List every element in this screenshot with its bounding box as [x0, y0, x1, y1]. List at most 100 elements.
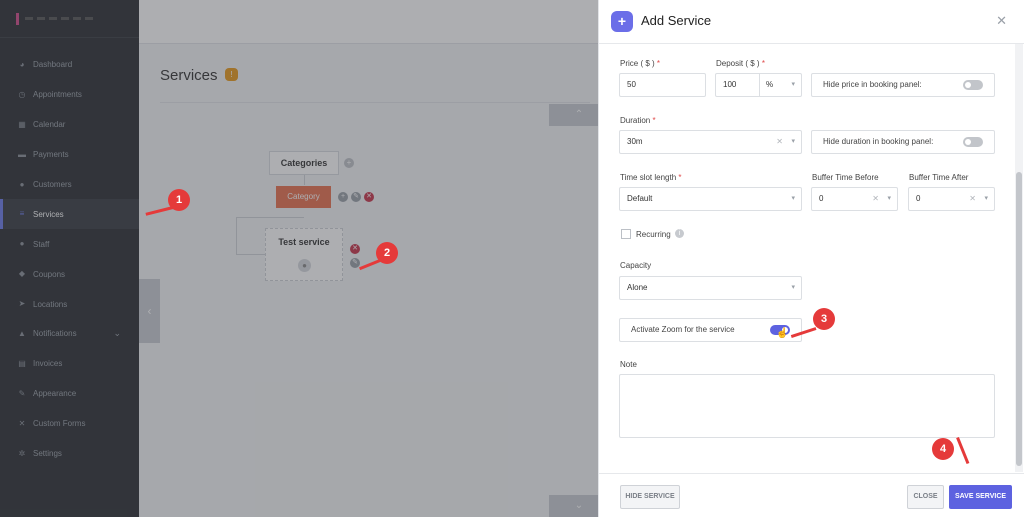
avatar: ● — [298, 259, 311, 272]
sidebar-item-calendar[interactable]: ▦ Calendar — [0, 110, 139, 140]
hide-price-toggle-row: Hide price in booking panel: — [811, 73, 995, 97]
timeslot-select[interactable]: Default ▾ — [619, 187, 802, 211]
sidebar-item-label: Services — [33, 209, 64, 219]
sidebar-item-appearance[interactable]: ✎ Appearance — [0, 379, 139, 409]
sidebar-item-services[interactable]: ≡ Services — [0, 199, 139, 230]
info-icon[interactable]: i — [675, 229, 684, 238]
callout-2: 2 — [376, 242, 398, 264]
category-node[interactable]: Category — [276, 186, 331, 208]
sidebar-item-label: Customers — [33, 180, 72, 189]
add-category-icon[interactable]: + — [344, 158, 354, 168]
sidebar-item-invoices[interactable]: ▤ Invoices — [0, 349, 139, 379]
logo[interactable] — [0, 0, 139, 38]
callout-3: 3 — [813, 308, 835, 330]
sidebar-item-label: Custom Forms — [33, 419, 86, 429]
caret-down-icon: ▾ — [791, 138, 795, 145]
brush-icon: ✎ — [18, 388, 26, 398]
categories-node[interactable]: Categories — [269, 151, 339, 175]
caret-down-icon: ▾ — [984, 195, 988, 202]
logo-mark — [16, 12, 19, 25]
delete-service-icon[interactable]: ✕ — [350, 244, 360, 254]
tag-icon: ◆ — [18, 269, 26, 279]
sidebar-item-label: Payments — [33, 150, 69, 160]
calendar-icon: ▦ — [18, 119, 26, 129]
buffer-after-select[interactable]: 0 ✕ ▾ — [908, 187, 995, 211]
bell-icon: ▲ — [18, 328, 26, 338]
edit-category-icon[interactable]: ✎ — [351, 192, 361, 202]
tree-connector — [304, 175, 305, 185]
hide-duration-toggle[interactable] — [963, 137, 983, 147]
sidebar-item-appointments[interactable]: ◷ Appointments — [0, 80, 139, 110]
panel-header: + Add Service ✕ — [599, 0, 1024, 44]
note-textarea[interactable] — [619, 374, 995, 438]
clock-icon: ◷ — [18, 89, 26, 99]
panel-footer: HIDE SERVICE CLOSE SAVE SERVICE — [599, 473, 1024, 517]
sidebar-item-customers[interactable]: ● Customers — [0, 170, 139, 200]
panel-title: Add Service — [641, 13, 712, 28]
clear-icon[interactable]: ✕ — [872, 188, 879, 210]
timeslot-value: Default — [627, 194, 653, 203]
capacity-label: Capacity — [620, 261, 652, 270]
deposit-label-text: Deposit ( $ ) — [716, 59, 760, 68]
delete-category-icon[interactable]: ✕ — [364, 192, 374, 202]
caret-down-icon: ▾ — [791, 195, 795, 202]
sidebar-item-coupons[interactable]: ◆ Coupons — [0, 259, 139, 289]
tree-connector — [236, 217, 304, 218]
list-icon: ≡ — [19, 209, 25, 219]
price-input[interactable]: 50 — [619, 73, 706, 97]
caret-down-icon: ▾ — [887, 195, 891, 202]
location-icon: ➤ — [18, 299, 26, 309]
sidebar-item-label: Coupons — [33, 269, 66, 279]
capacity-select[interactable]: Alone ▾ — [619, 276, 802, 300]
gear-icon: ✲ — [18, 448, 26, 458]
chevron-down-icon[interactable]: ⌄ — [113, 328, 121, 339]
sidebar-item-locations[interactable]: ➤ Locations — [0, 289, 139, 319]
close-button[interactable]: CLOSE — [907, 485, 944, 509]
clear-icon[interactable]: ✕ — [969, 188, 976, 210]
save-service-button[interactable]: SAVE SERVICE — [949, 485, 1012, 509]
callout-1: 1 — [168, 189, 190, 211]
sidebar-item-custom-forms[interactable]: ✕ Custom Forms — [0, 409, 139, 439]
sidebar-item-label: Calendar — [33, 120, 66, 130]
duration-select[interactable]: 30m ✕ ▾ — [619, 130, 802, 154]
logo-wordmark — [25, 17, 95, 20]
buffer-before-value: 0 — [819, 194, 824, 203]
sidebar: ◕ Dashboard ◷ Appointments ▦ Calendar ▬ Paym… — [0, 0, 139, 517]
duration-label: Duration * — [620, 116, 656, 125]
hide-price-toggle[interactable] — [963, 80, 983, 90]
cursor-pointer-icon: ☝ — [776, 328, 789, 339]
sidebar-item-label: Invoices — [33, 359, 63, 369]
capacity-value: Alone — [627, 283, 648, 292]
sidebar-item-settings[interactable]: ✲ Settings — [0, 439, 139, 469]
add-service-icon[interactable]: + — [338, 192, 348, 202]
sidebar-item-notifications[interactable]: ▲ Notifications ⌄ — [0, 319, 139, 349]
service-node[interactable]: Test service ● — [265, 228, 343, 281]
note-label: Note — [620, 360, 637, 369]
tree-connector — [236, 217, 237, 255]
sidebar-item-payments[interactable]: ▬ Payments — [0, 140, 139, 170]
hide-service-button[interactable]: HIDE SERVICE — [620, 485, 680, 509]
sidebar-item-dashboard[interactable]: ◕ Dashboard — [0, 50, 139, 80]
recurring-checkbox[interactable] — [621, 229, 631, 239]
clear-icon[interactable]: ✕ — [776, 131, 783, 153]
hide-price-label: Hide price in booking panel: — [823, 80, 922, 89]
document-icon: ▤ — [18, 358, 26, 368]
deposit-input[interactable]: 100 — [723, 74, 736, 96]
chevron-left-icon[interactable]: ‹ — [139, 279, 160, 343]
info-badge[interactable]: ! — [225, 68, 238, 81]
close-icon[interactable]: ✕ — [996, 13, 1007, 29]
tree-connector — [236, 254, 265, 255]
sidebar-item-label: Staff — [33, 239, 50, 249]
page-title: Services — [160, 67, 218, 84]
hide-duration-toggle-row: Hide duration in booking panel: — [811, 130, 995, 154]
sidebar-item-label: Notifications — [33, 329, 77, 339]
sidebar-item-label: Locations — [33, 299, 68, 309]
sidebar-item-staff[interactable]: ● Staff — [0, 229, 139, 259]
duration-label-text: Duration — [620, 116, 651, 125]
caret-down-icon: ▾ — [791, 284, 795, 291]
user-icon: ● — [19, 239, 25, 249]
scrollbar-thumb[interactable] — [1016, 172, 1022, 466]
callout-4: 4 — [932, 438, 954, 460]
buffer-before-select[interactable]: 0 ✕ ▾ — [811, 187, 898, 211]
deposit-unit-select[interactable]: % — [766, 74, 773, 96]
